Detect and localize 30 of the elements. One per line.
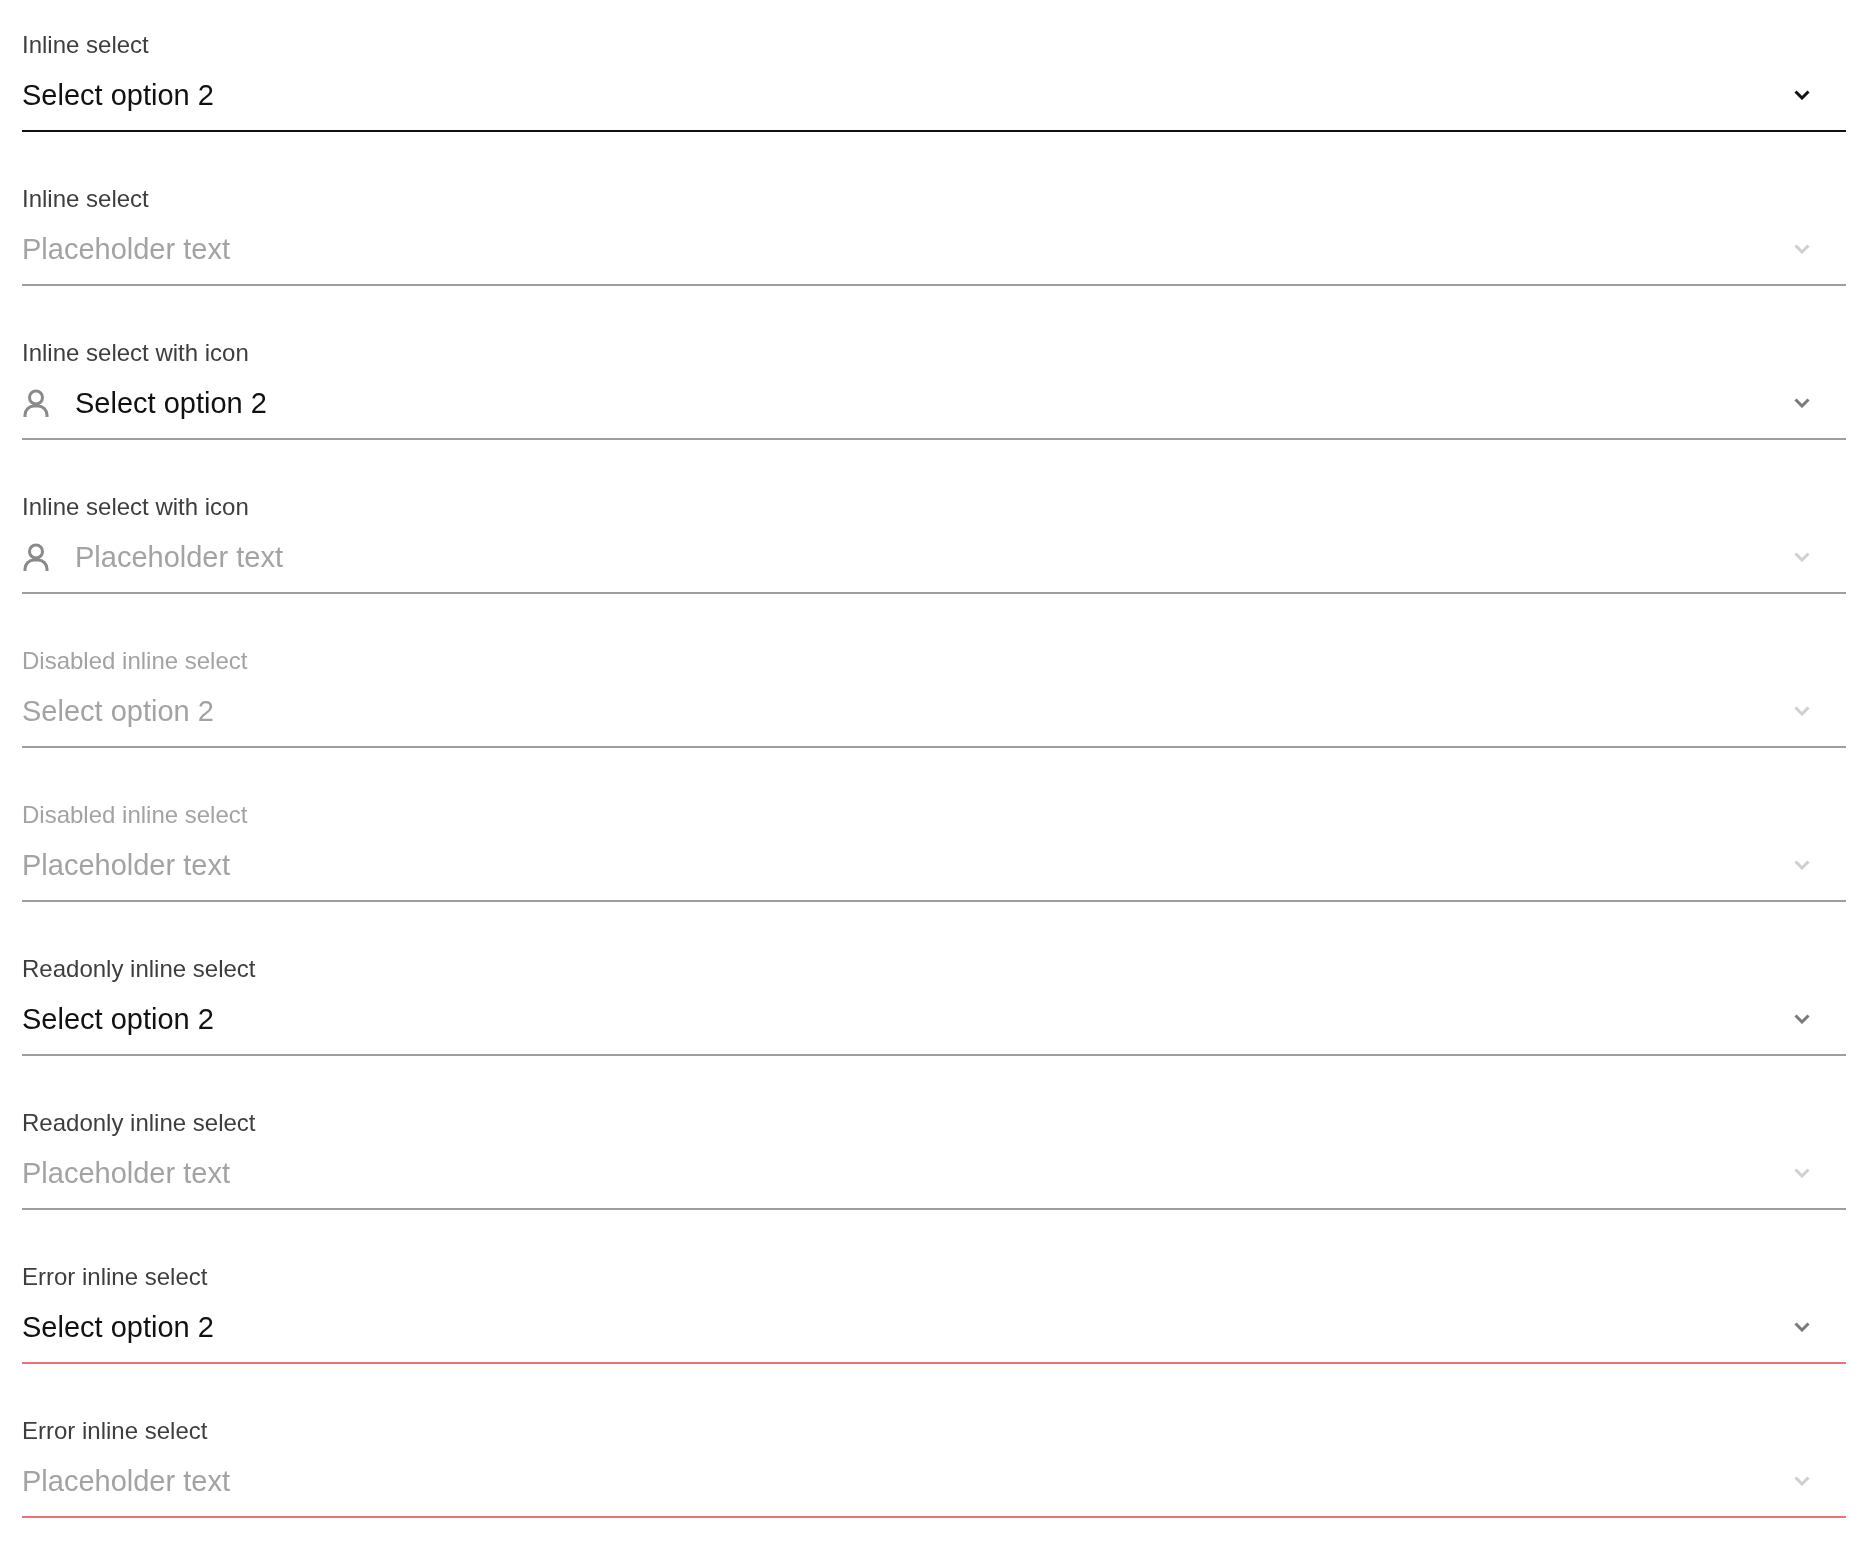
field-label: Inline select with icon: [22, 339, 249, 367]
inline-select[interactable]: Placeholder text: [22, 231, 1846, 286]
field-label: Readonly inline select: [22, 1109, 256, 1137]
field-label: Inline select: [22, 31, 149, 59]
inline-select[interactable]: Select option 2: [22, 1309, 1846, 1364]
field-label: Error inline select: [22, 1417, 208, 1445]
chevron-down-icon: [1794, 1014, 1810, 1024]
inline-select[interactable]: Placeholder text: [22, 539, 1846, 594]
chevron-down-icon: [1794, 706, 1810, 716]
chevron-down-icon: [1794, 244, 1810, 254]
field-label: Inline select with icon: [22, 493, 249, 521]
chevron-down-icon: [1794, 1168, 1810, 1178]
person-icon: [22, 389, 50, 417]
chevron-down-icon: [1794, 1322, 1810, 1332]
field-label: Inline select: [22, 185, 149, 213]
person-icon: [22, 543, 50, 571]
inline-select[interactable]: Select option 2: [22, 385, 1846, 440]
inline-select[interactable]: Placeholder text: [22, 1463, 1846, 1518]
field-label: Disabled inline select: [22, 801, 248, 829]
chevron-down-icon: [1794, 552, 1810, 562]
field-label: Error inline select: [22, 1263, 208, 1291]
inline-select[interactable]: Select option 2: [22, 77, 1846, 132]
chevron-down-icon: [1794, 398, 1810, 408]
field-label: Disabled inline select: [22, 647, 248, 675]
field-label: Readonly inline select: [22, 955, 256, 983]
inline-select[interactable]: Placeholder text: [22, 1155, 1846, 1210]
chevron-down-icon: [1794, 860, 1810, 870]
chevron-down-icon: [1794, 1476, 1810, 1486]
chevron-down-icon: [1794, 90, 1810, 100]
inline-select[interactable]: Select option 2: [22, 1001, 1846, 1056]
